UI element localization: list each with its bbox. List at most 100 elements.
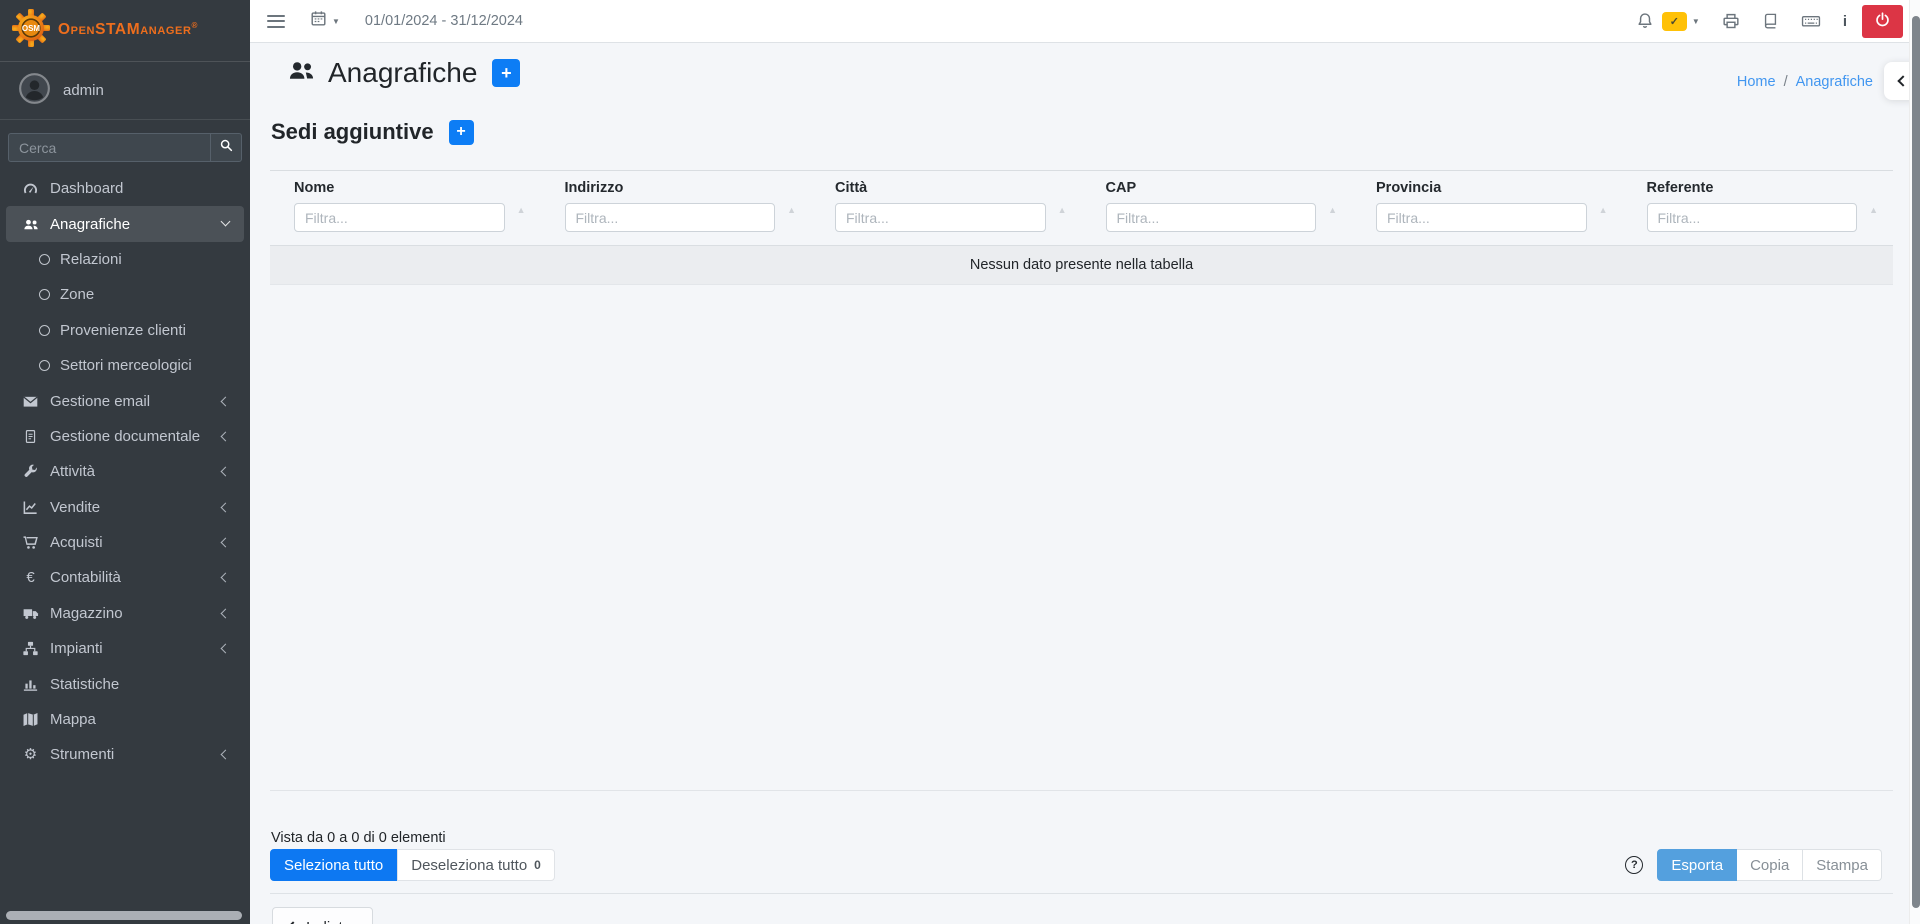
power-icon <box>1874 11 1891 31</box>
gear-icon: ⚙ <box>20 747 41 762</box>
sidebar-item-gestione-email[interactable]: Gestione email <box>6 383 244 418</box>
breadcrumb-current-link[interactable]: Anagrafiche <box>1796 74 1873 90</box>
chevron-left-icon <box>221 573 231 583</box>
column-indirizzo: Indirizzo ▲ <box>541 171 812 245</box>
sidebar-subitem-provenienze-clienti[interactable]: Provenienze clienti <box>6 313 244 348</box>
chevron-left-icon <box>221 431 231 441</box>
sidebar-horizontal-scrollbar[interactable] <box>6 911 242 920</box>
sidebar-item-impianti[interactable]: Impianti <box>6 631 244 666</box>
chart-line-icon <box>20 499 41 516</box>
sidebar-item-dashboard[interactable]: Dashboard <box>6 171 244 206</box>
sidebar-item-attivita[interactable]: Attività <box>6 454 244 489</box>
sidebar-item-label: Gestione email <box>50 393 150 410</box>
sort-icon[interactable]: ▲ <box>517 205 526 215</box>
breadcrumb: Home / Anagrafiche <box>1737 74 1873 90</box>
username[interactable]: admin <box>63 82 104 99</box>
date-picker-toggle[interactable]: ▼ <box>310 10 340 32</box>
filter-input-citta[interactable] <box>835 203 1046 232</box>
deselect-all-button[interactable]: Deseleziona tutto 0 <box>397 849 555 881</box>
sort-icon[interactable]: ▲ <box>1869 205 1878 215</box>
users-icon <box>286 58 317 89</box>
column-header[interactable]: Provincia <box>1376 180 1587 196</box>
section-title: Sedi aggiuntive <box>271 119 434 145</box>
keyboard-shortcuts-icon[interactable] <box>1801 12 1821 30</box>
manual-book-icon[interactable] <box>1762 12 1779 30</box>
caret-down-icon[interactable]: ▼ <box>1692 17 1700 26</box>
add-sede-button[interactable]: + <box>449 120 474 145</box>
column-header[interactable]: Referente <box>1647 180 1858 196</box>
sidebar-item-strumenti[interactable]: ⚙ Strumenti <box>6 737 244 772</box>
user-panel[interactable]: admin <box>0 62 250 120</box>
export-button[interactable]: Esporta <box>1657 849 1737 881</box>
page-title: Anagrafiche <box>328 57 477 89</box>
vertical-scrollbar[interactable] <box>1909 0 1920 924</box>
select-all-button[interactable]: Seleziona tutto <box>270 849 397 881</box>
column-header[interactable]: CAP <box>1106 180 1317 196</box>
top-navbar: ▼ 01/01/2024 - 31/12/2024 ✓ ▼ <box>250 0 1920 43</box>
sidebar-item-magazzino[interactable]: Magazzino <box>6 596 244 631</box>
info-icon[interactable]: i <box>1843 13 1847 30</box>
filter-input-referente[interactable] <box>1647 203 1858 232</box>
filter-input-indirizzo[interactable] <box>565 203 776 232</box>
column-header[interactable]: Indirizzo <box>565 180 776 196</box>
sidebar-subitem-zone[interactable]: Zone <box>6 277 244 312</box>
sidebar-item-gestione-documentale[interactable]: Gestione documentale <box>6 419 244 454</box>
sort-icon[interactable]: ▲ <box>1058 205 1067 215</box>
euro-icon: € <box>20 570 41 585</box>
chevron-left-icon <box>221 396 231 406</box>
column-header[interactable]: Città <box>835 180 1046 196</box>
brand-gear-logo-icon: OSM <box>11 8 51 53</box>
date-range-label[interactable]: 01/01/2024 - 31/12/2024 <box>365 13 523 29</box>
add-anagrafica-button[interactable]: + <box>492 59 520 87</box>
bar-chart-icon <box>20 676 41 693</box>
sidebar-item-label: Strumenti <box>50 746 114 763</box>
circle-icon <box>39 289 50 300</box>
table-actions: Seleziona tutto Deseleziona tutto 0 ? Es… <box>270 849 1882 881</box>
export-buttons: ? Esporta Copia Stampa <box>1625 849 1882 881</box>
sidebar: OSM OpenSTAManager® admin <box>0 0 250 924</box>
sidebar-item-label: Statistiche <box>50 676 119 693</box>
users-icon <box>20 216 41 233</box>
column-referente: Referente ▲ <box>1623 171 1894 245</box>
status-check-badge[interactable]: ✓ <box>1662 12 1687 31</box>
back-button[interactable]: Indietro <box>272 907 373 924</box>
tachometer-icon <box>20 180 41 197</box>
sidebar-item-statistiche[interactable]: Statistiche <box>6 666 244 701</box>
sidebar-item-acquisti[interactable]: Acquisti <box>6 525 244 560</box>
copy-button[interactable]: Copia <box>1737 849 1803 881</box>
sidebar-item-contabilita[interactable]: € Contabilità <box>6 560 244 595</box>
vertical-scrollbar-thumb[interactable] <box>1912 16 1920 908</box>
sidebar-item-label: Attività <box>50 463 95 480</box>
caret-down-icon: ▼ <box>332 17 340 26</box>
hamburger-menu-icon[interactable] <box>267 15 285 28</box>
sort-icon[interactable]: ▲ <box>1328 205 1337 215</box>
filter-input-nome[interactable] <box>294 203 505 232</box>
filter-input-provincia[interactable] <box>1376 203 1587 232</box>
file-icon <box>20 428 41 445</box>
column-header[interactable]: Nome <box>294 180 505 196</box>
brand-name: OpenSTAManager® <box>58 21 198 39</box>
sidebar-item-anagrafiche[interactable]: Anagrafiche <box>6 206 244 241</box>
brand[interactable]: OSM OpenSTAManager® <box>0 0 250 62</box>
filter-input-cap[interactable] <box>1106 203 1317 232</box>
search-input[interactable] <box>8 133 210 162</box>
sidebar-item-vendite[interactable]: Vendite <box>6 490 244 525</box>
print-button[interactable]: Stampa <box>1803 849 1882 881</box>
print-icon[interactable] <box>1722 12 1740 30</box>
search-button[interactable] <box>210 133 242 162</box>
sort-icon[interactable]: ▲ <box>787 205 796 215</box>
notifications-bell-icon[interactable] <box>1636 12 1654 30</box>
sort-icon[interactable]: ▲ <box>1599 205 1608 215</box>
breadcrumb-home-link[interactable]: Home <box>1737 74 1776 90</box>
sidebar-item-label: Contabilità <box>50 569 121 586</box>
sidebar-subitem-settori-merceologici[interactable]: Settori merceologici <box>6 348 244 383</box>
sidebar-item-mappa[interactable]: Mappa <box>6 702 244 737</box>
help-icon[interactable]: ? <box>1625 856 1643 874</box>
sidebar-item-label: Impianti <box>50 640 103 657</box>
sidebar-item-label: Magazzino <box>50 605 123 622</box>
sidebar-subitem-relazioni[interactable]: Relazioni <box>6 242 244 277</box>
section-header: Sedi aggiuntive + <box>271 119 474 145</box>
table-empty-message: Nessun dato presente nella tabella <box>270 245 1893 285</box>
logout-power-button[interactable] <box>1862 5 1903 38</box>
column-nome: Nome ▲ <box>270 171 541 245</box>
